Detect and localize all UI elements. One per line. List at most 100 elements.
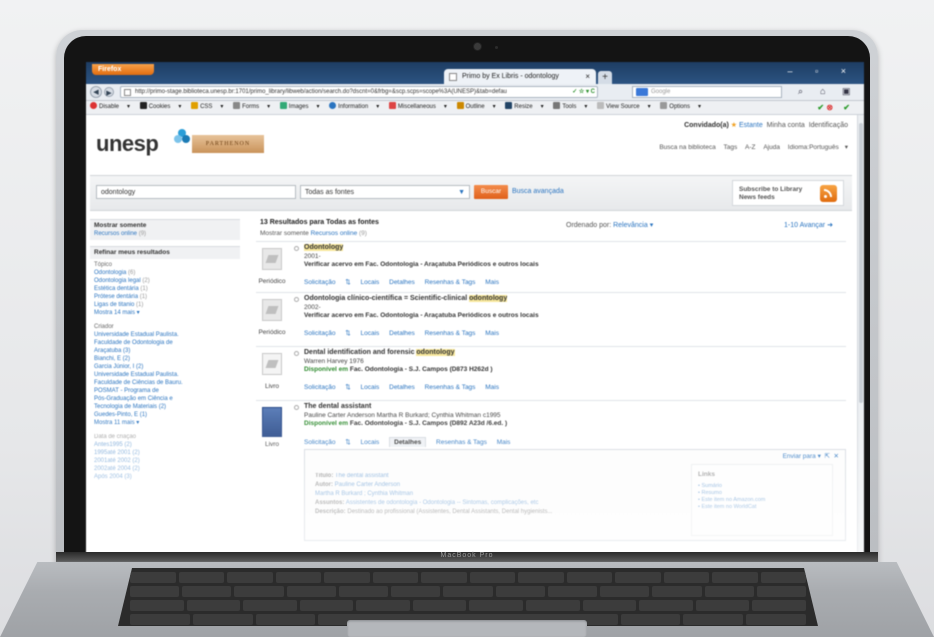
tab-more[interactable]: Mais — [485, 330, 499, 337]
devbar-information[interactable]: Information ▾ — [329, 102, 379, 110]
facet-item[interactable]: 2002até 2004 (2) — [94, 465, 236, 473]
devbar-tools[interactable]: Tools ▾ — [553, 102, 587, 110]
facet-item[interactable]: POSMAT - Programa de — [94, 387, 236, 395]
sort-control[interactable]: Ordenado por: Relevância ▾ — [566, 221, 653, 229]
language-select[interactable]: Idioma:Português — [788, 144, 839, 151]
firefox-menu-button[interactable]: Firefox — [92, 64, 154, 75]
tab-reviews[interactable]: Resenhas & Tags — [436, 439, 487, 446]
devbar-view-source[interactable]: View Source ▾ — [597, 102, 651, 110]
record-title[interactable]: Odontology — [304, 244, 344, 251]
tab-locations[interactable]: Locais — [361, 279, 380, 286]
toolbar-menu-icon[interactable]: ▣ — [842, 86, 851, 97]
tab-details[interactable]: Detalhes — [389, 384, 415, 391]
pagination[interactable]: 1-10 Avançar ➜ — [784, 221, 833, 229]
facet-item[interactable]: Faculdade de Ciências de Bauru. — [94, 379, 236, 387]
help-link[interactable]: Ajuda — [763, 144, 780, 151]
new-tab-button[interactable]: + — [598, 71, 612, 84]
tab-details-selected[interactable]: Detalhes — [389, 437, 427, 447]
facet-item[interactable]: Odontologia legal (2) — [94, 277, 236, 285]
tab-locations[interactable]: Locais — [361, 439, 380, 446]
devbar-cookies[interactable]: Cookies ▾ — [139, 102, 181, 110]
tab-more[interactable]: Mais — [485, 384, 499, 391]
link-item[interactable]: • Sumário — [698, 483, 765, 490]
facet-item[interactable]: Pós-Graduação em Ciência e — [94, 395, 236, 403]
facet-item[interactable]: Guedes-Pinto, E (1) — [94, 411, 236, 419]
facet-item[interactable]: Prótese dentária (1) — [94, 293, 236, 301]
search-input[interactable]: odontology — [96, 185, 296, 199]
record-title[interactable]: Dental identification and forensic odont… — [304, 349, 455, 356]
record-title[interactable]: The dental assistant — [304, 403, 371, 410]
facet-item[interactable]: 1995até 2001 (2) — [94, 449, 236, 457]
tab-more[interactable]: Mais — [497, 439, 511, 446]
tab-reviews[interactable]: Resenhas & Tags — [425, 279, 476, 286]
tab-locations[interactable]: Locais — [361, 330, 380, 337]
show-more-topics[interactable]: Mostra 14 mais ▾ — [94, 309, 236, 317]
a-z-link[interactable]: A-Z — [745, 144, 755, 151]
facet-item[interactable]: Odontologia (6) — [94, 269, 236, 277]
home-icon[interactable]: ⌂ — [820, 86, 825, 96]
library-search-link[interactable]: Busca na biblioteca — [659, 144, 715, 151]
select-checkbox[interactable] — [294, 246, 299, 251]
facet-item[interactable]: Universidade Estadual Paulista. — [94, 371, 236, 379]
facet-item[interactable]: Garcia Júnior, I (2) — [94, 363, 236, 371]
reload-icon[interactable]: ✓ ☆ ▾ C — [572, 87, 595, 97]
facet-item[interactable]: Ligas de titanio (1) — [94, 301, 236, 309]
link-item[interactable]: • Este item no WorldCat — [698, 504, 765, 511]
facet-item[interactable]: Bianchi, E (2) — [94, 355, 236, 363]
tab-request[interactable]: Solicitação ⇅ — [304, 330, 351, 337]
tab-locations[interactable]: Locais — [361, 384, 380, 391]
search-engine-input[interactable]: Google — [632, 86, 782, 98]
facet-item[interactable]: Universidade Estadual Paulista. — [94, 331, 236, 339]
scrollbar[interactable] — [857, 115, 864, 557]
send-to-menu[interactable]: Enviar para ▾ ⇱ ✕ — [783, 452, 839, 460]
forward-icon[interactable]: ▶ — [104, 87, 114, 97]
tab-reviews[interactable]: Resenhas & Tags — [425, 384, 476, 391]
facet-item[interactable]: Antes1995 (2) — [94, 441, 236, 449]
tab-reviews[interactable]: Resenhas & Tags — [425, 330, 476, 337]
facet-item[interactable]: Faculdade de Odontologia de — [94, 339, 236, 347]
select-checkbox[interactable] — [294, 405, 299, 410]
bookshelf-link[interactable]: Estante — [739, 122, 763, 129]
tags-link[interactable]: Tags — [724, 144, 738, 151]
search-icon[interactable]: ⌕ — [798, 86, 803, 97]
facet-item[interactable]: 2001até 2002 (2) — [94, 457, 236, 465]
my-account-link[interactable]: Minha conta — [767, 122, 805, 129]
devbar-miscellaneous[interactable]: Miscellaneous ▾ — [388, 102, 447, 110]
online-filter-link[interactable]: Recursos online — [311, 230, 358, 237]
devbar-css[interactable]: CSS ▾ — [191, 102, 223, 110]
login-link[interactable]: Identificação — [809, 122, 848, 129]
devbar-options[interactable]: Options ▾ — [660, 102, 701, 110]
facet-item[interactable]: Após 2004 (3) — [94, 473, 236, 481]
window-controls[interactable]: – ▫ × — [788, 66, 856, 76]
show-more-creators[interactable]: Mostra 11 mais ▾ — [94, 419, 236, 427]
devbar-disable[interactable]: Disable ▾ — [90, 102, 130, 110]
link-item[interactable]: • Resumo — [698, 490, 765, 497]
back-icon[interactable]: ◀ — [90, 86, 102, 98]
search-button[interactable]: Buscar — [474, 185, 508, 199]
devbar-images[interactable]: Images ▾ — [279, 102, 320, 110]
select-checkbox[interactable] — [294, 351, 299, 356]
devbar-forms[interactable]: Forms ▾ — [233, 102, 270, 110]
rss-subscribe[interactable]: Subscribe to Library News feeds — [732, 180, 844, 206]
url-input[interactable]: http://primo-stage.biblioteca.unesp.br:1… — [120, 86, 598, 98]
browser-tab[interactable]: Primo by Ex Libris - odontology × — [444, 69, 596, 84]
link-item[interactable]: • Este item no Amazon.com — [698, 497, 765, 504]
tab-request[interactable]: Solicitação ⇅ — [304, 384, 351, 391]
scope-select[interactable]: Todas as fontes ▼ — [300, 185, 470, 199]
close-icon[interactable]: × — [585, 69, 590, 84]
facet-item[interactable]: Tecnologia de Materiais (2) — [94, 403, 236, 411]
devbar-resize[interactable]: Resize ▾ — [505, 102, 544, 110]
facet-item[interactable]: Estética dentária (1) — [94, 285, 236, 293]
advanced-search-link[interactable]: Busca avançada — [512, 185, 564, 199]
record-title[interactable]: Odontologia clínico-científica = Scienti… — [304, 295, 508, 302]
tab-more[interactable]: Mais — [485, 279, 499, 286]
scrollbar-thumb[interactable] — [859, 123, 863, 403]
tab-request[interactable]: Solicitação ⇅ — [304, 279, 351, 286]
devbar-outline[interactable]: Outline ▾ — [456, 102, 496, 110]
facet-item[interactable]: Araçatuba (3) — [94, 347, 236, 355]
online-resources-facet[interactable]: Recursos online — [94, 231, 137, 237]
select-checkbox[interactable] — [294, 297, 299, 302]
tab-details[interactable]: Detalhes — [389, 279, 415, 286]
unesp-logo[interactable]: unesp — [96, 131, 159, 157]
tab-details[interactable]: Detalhes — [389, 330, 415, 337]
